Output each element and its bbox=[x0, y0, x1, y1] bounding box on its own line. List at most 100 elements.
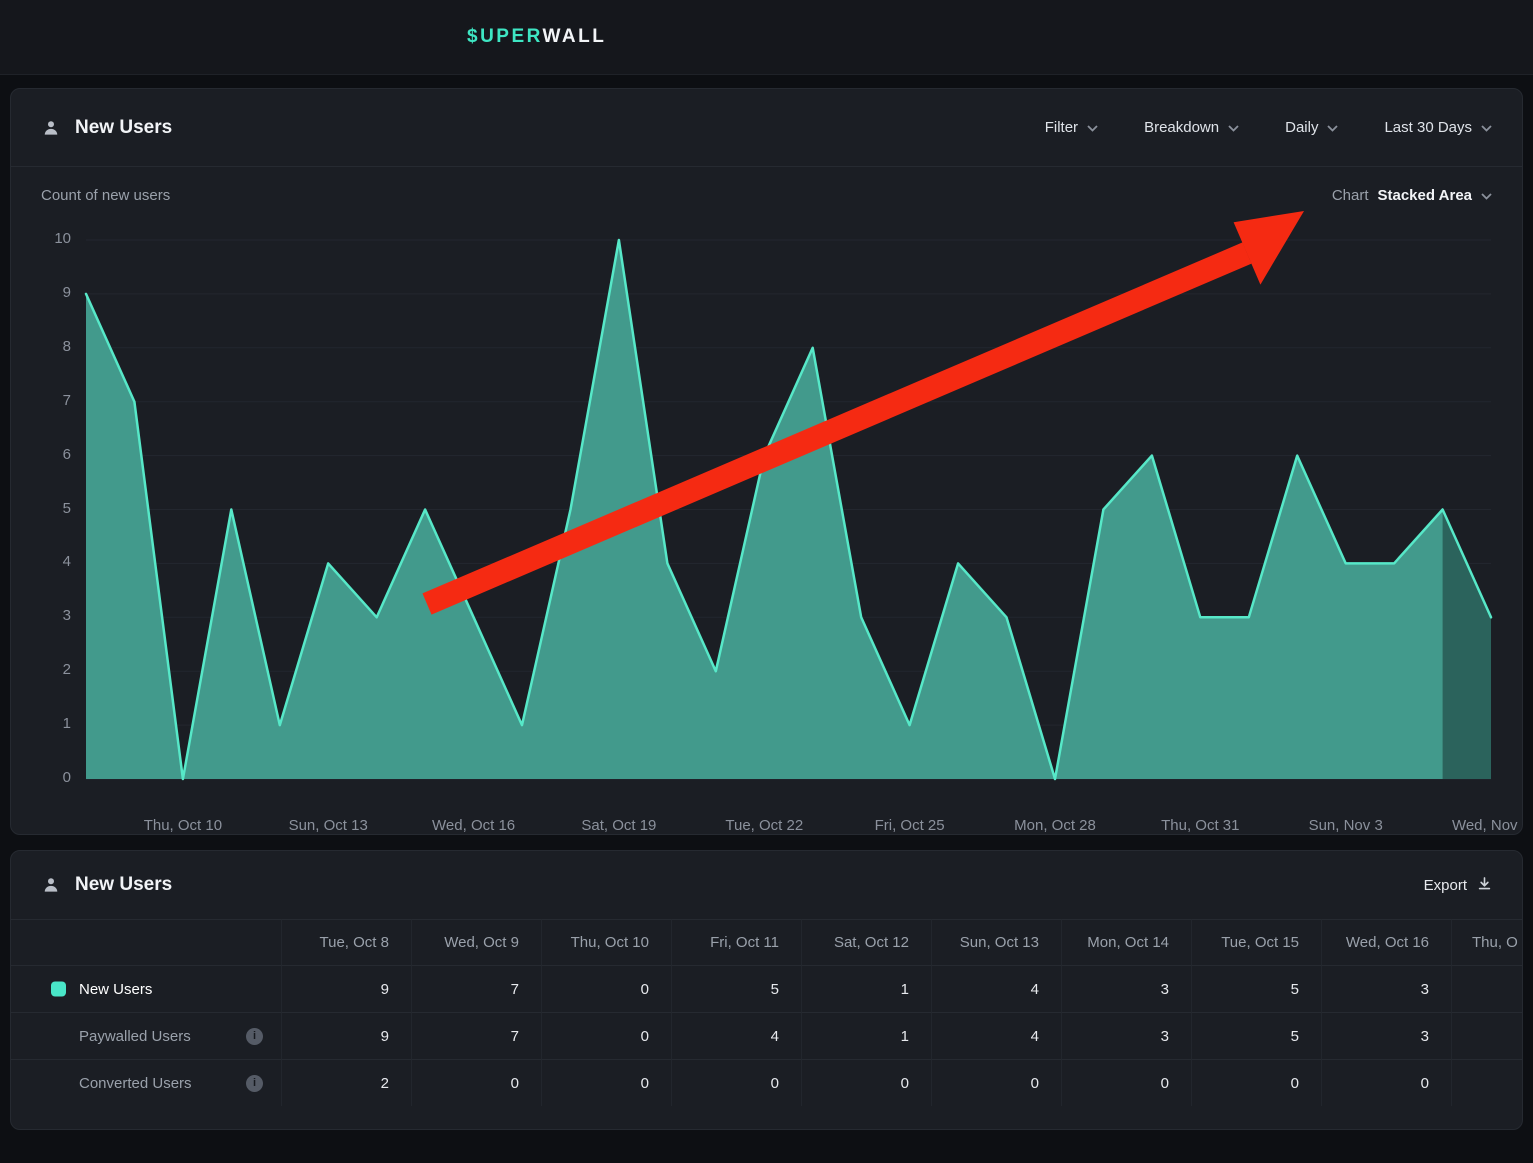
y-tick-label: 2 bbox=[15, 661, 71, 678]
column-header: Thu, O bbox=[1451, 919, 1523, 965]
series-swatch-icon bbox=[51, 982, 66, 997]
breakdown-dropdown[interactable]: Breakdown bbox=[1144, 119, 1239, 136]
new-users-chart-panel: New Users Filter Breakdown Daily Last 30… bbox=[10, 88, 1523, 835]
y-tick-label: 10 bbox=[15, 230, 71, 247]
column-header: Thu, Oct 10 bbox=[541, 919, 671, 965]
person-icon bbox=[41, 875, 61, 895]
chart-type-selector[interactable]: Chart Stacked Area bbox=[1332, 187, 1492, 204]
chart-controls: Filter Breakdown Daily Last 30 Days bbox=[1045, 119, 1492, 136]
export-button-label: Export bbox=[1424, 877, 1467, 894]
table-cell: 0 bbox=[671, 1059, 801, 1106]
column-header: Tue, Oct 15 bbox=[1191, 919, 1321, 965]
top-bar: $UPERWALL bbox=[0, 0, 1533, 75]
x-tick-label: Wed, Nov 6 bbox=[1426, 817, 1523, 834]
table-cell: 5 bbox=[671, 965, 801, 1012]
logo-white-part: WALL bbox=[543, 26, 607, 47]
x-tick-label: Wed, Oct 16 bbox=[409, 817, 539, 834]
column-header: Wed, Oct 9 bbox=[411, 919, 541, 965]
table-cell: 0 bbox=[931, 1059, 1061, 1106]
chart-section: Count of new users Chart Stacked Area 0 1… bbox=[11, 167, 1522, 835]
info-icon[interactable]: i bbox=[246, 1028, 263, 1045]
table-cell: 1 bbox=[801, 1012, 931, 1059]
y-tick-label: 9 bbox=[15, 284, 71, 301]
chart-panel-title-group: New Users bbox=[41, 117, 172, 139]
row-label-text: New Users bbox=[79, 981, 152, 998]
column-header: Tue, Oct 8 bbox=[281, 919, 411, 965]
row-label-text: Converted Users bbox=[79, 1075, 192, 1092]
row-label: Converted Users i bbox=[11, 1059, 281, 1106]
table-cell: 4 bbox=[931, 1012, 1061, 1059]
table-cell bbox=[1451, 1059, 1523, 1106]
row-label: New Users bbox=[11, 965, 281, 1012]
table-cell bbox=[1451, 1012, 1523, 1059]
row-label: Paywalled Users i bbox=[11, 1012, 281, 1059]
y-tick-label: 8 bbox=[15, 338, 71, 355]
x-tick-label: Fri, Oct 25 bbox=[845, 817, 975, 834]
table-cell: 9 bbox=[281, 1012, 411, 1059]
chevron-down-icon bbox=[1327, 125, 1338, 132]
chevron-down-icon bbox=[1228, 125, 1239, 132]
column-header: Mon, Oct 14 bbox=[1061, 919, 1191, 965]
table-cell: 1 bbox=[801, 965, 931, 1012]
metrics-table: Tue, Oct 8Wed, Oct 9Thu, Oct 10Fri, Oct … bbox=[11, 919, 1522, 1106]
filter-dropdown[interactable]: Filter bbox=[1045, 119, 1098, 136]
date-range-dropdown-label: Last 30 Days bbox=[1384, 119, 1472, 136]
chart-panel-header: New Users Filter Breakdown Daily Last 30… bbox=[11, 89, 1522, 167]
granularity-dropdown-label: Daily bbox=[1285, 119, 1318, 136]
new-users-table-panel: New Users Export Tue, Oct 8Wed, Oct 9Thu… bbox=[10, 850, 1523, 1130]
table-cell: 2 bbox=[281, 1059, 411, 1106]
table-corner-cell bbox=[11, 919, 281, 965]
x-tick-label: Sun, Oct 13 bbox=[263, 817, 393, 834]
table-cell: 0 bbox=[541, 965, 671, 1012]
table-panel-title: New Users bbox=[75, 874, 172, 896]
y-tick-label: 3 bbox=[15, 607, 71, 624]
download-icon bbox=[1477, 876, 1492, 895]
table-cell: 0 bbox=[1321, 1059, 1451, 1106]
info-icon[interactable]: i bbox=[246, 1075, 263, 1092]
table-cell: 0 bbox=[541, 1059, 671, 1106]
table-cell: 0 bbox=[541, 1012, 671, 1059]
x-axis: Thu, Oct 10 Sun, Oct 13 Wed, Oct 16 Sat, Oc… bbox=[86, 817, 1491, 835]
y-tick-label: 1 bbox=[15, 715, 71, 732]
granularity-dropdown[interactable]: Daily bbox=[1285, 119, 1338, 136]
x-tick-label: Mon, Oct 28 bbox=[990, 817, 1120, 834]
stacked-area-chart[interactable] bbox=[86, 240, 1491, 779]
table-cell: 4 bbox=[671, 1012, 801, 1059]
chart-subtitle: Count of new users bbox=[41, 187, 170, 204]
date-range-dropdown[interactable]: Last 30 Days bbox=[1384, 119, 1492, 136]
table-cell: 5 bbox=[1191, 1012, 1321, 1059]
y-tick-label: 0 bbox=[15, 769, 71, 786]
column-header: Wed, Oct 16 bbox=[1321, 919, 1451, 965]
column-header: Sat, Oct 12 bbox=[801, 919, 931, 965]
table-panel-title-group: New Users bbox=[41, 874, 172, 896]
table-cell: 9 bbox=[281, 965, 411, 1012]
filter-dropdown-label: Filter bbox=[1045, 119, 1078, 136]
y-tick-label: 7 bbox=[15, 392, 71, 409]
x-tick-label: Thu, Oct 31 bbox=[1135, 817, 1265, 834]
x-tick-label: Thu, Oct 10 bbox=[118, 817, 248, 834]
table-cell: 0 bbox=[1191, 1059, 1321, 1106]
table-cell: 0 bbox=[1061, 1059, 1191, 1106]
table-cell: 0 bbox=[801, 1059, 931, 1106]
y-tick-label: 5 bbox=[15, 500, 71, 517]
table-cell: 0 bbox=[411, 1059, 541, 1106]
breakdown-dropdown-label: Breakdown bbox=[1144, 119, 1219, 136]
y-tick-label: 4 bbox=[15, 553, 71, 570]
chevron-down-icon bbox=[1481, 125, 1492, 132]
logo-teal-part: $UPER bbox=[467, 26, 543, 47]
table-cell: 3 bbox=[1321, 965, 1451, 1012]
table-cell bbox=[1451, 965, 1523, 1012]
x-tick-label: Sat, Oct 19 bbox=[554, 817, 684, 834]
chart-type-label: Chart bbox=[1332, 187, 1369, 204]
chart-type-value: Stacked Area bbox=[1378, 187, 1473, 204]
table-cell: 3 bbox=[1321, 1012, 1451, 1059]
table-cell: 7 bbox=[411, 965, 541, 1012]
column-header: Fri, Oct 11 bbox=[671, 919, 801, 965]
table-panel-header: New Users Export bbox=[11, 851, 1522, 919]
column-header: Sun, Oct 13 bbox=[931, 919, 1061, 965]
x-tick-label: Sun, Nov 3 bbox=[1281, 817, 1411, 834]
export-button[interactable]: Export bbox=[1424, 876, 1492, 895]
y-tick-label: 6 bbox=[15, 446, 71, 463]
row-label-text: Paywalled Users bbox=[79, 1028, 191, 1045]
chart-panel-title: New Users bbox=[75, 117, 172, 139]
